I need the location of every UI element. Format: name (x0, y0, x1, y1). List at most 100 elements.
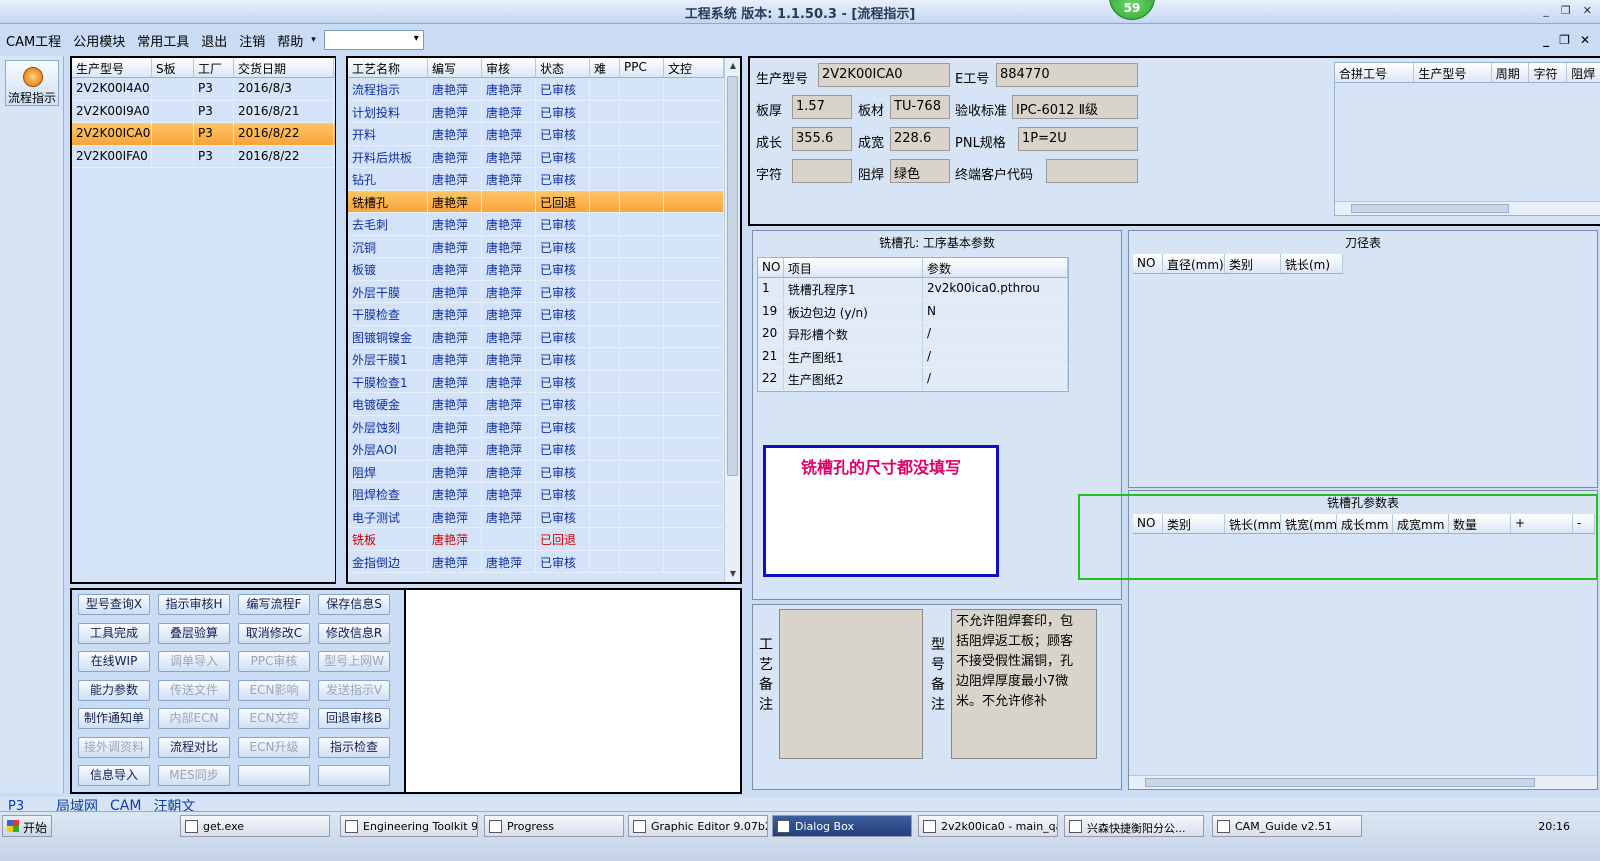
process-row[interactable]: 钻孔 唐艳萍 唐艳萍 已审核 (348, 168, 740, 191)
scroll-down-icon[interactable]: ▼ (725, 566, 741, 582)
action-button[interactable]: ECN影响 (238, 679, 310, 701)
length-field[interactable]: 355.6 (792, 127, 852, 151)
action-button[interactable]: 发送指示V (318, 679, 390, 701)
process-row[interactable]: 阻焊检查 唐艳萍 唐艳萍 已审核 (348, 483, 740, 506)
minimize-icon[interactable]: _ (1543, 4, 1549, 17)
customer-field[interactable] (1046, 159, 1138, 183)
model-row[interactable]: 2V2K00I4A0 P3 2016/8/3 (72, 78, 335, 101)
action-button[interactable]: 回退审核B (318, 708, 390, 729)
process-row[interactable]: 铣板 唐艳萍 已回退 (348, 528, 740, 551)
process-row[interactable]: 板镀 唐艳萍 唐艳萍 已审核 (348, 258, 740, 281)
action-button[interactable]: 工具完成 (78, 622, 150, 644)
action-button[interactable]: 叠层验算 (158, 622, 230, 644)
param-row[interactable]: 1 铣槽孔程序1 2v2k00ica0.pthrou (758, 278, 1068, 301)
action-button[interactable]: 调单导入 (158, 651, 230, 672)
model-row[interactable]: 2V2K00I9A0 P3 2016/8/21 (72, 100, 335, 123)
process-scrollbar[interactable]: ▲ ▼ (724, 58, 740, 582)
action-button[interactable]: 型号查询X (78, 594, 150, 615)
action-button[interactable] (238, 765, 310, 786)
action-button[interactable]: 能力参数 (78, 679, 150, 701)
process-row[interactable]: 阻焊 唐艳萍 唐艳萍 已审核 (348, 460, 740, 483)
flow-button[interactable]: 流程指示 (5, 60, 59, 106)
mdi-minimize-icon[interactable]: _ (1543, 33, 1549, 47)
menu-common[interactable]: 公用模块 (67, 31, 131, 50)
action-button[interactable]: ECN升级 (238, 736, 310, 758)
process-row[interactable]: 电镀硬金 唐艳萍 唐艳萍 已审核 (348, 393, 740, 416)
action-button[interactable]: 流程对比 (158, 736, 230, 758)
scroll-up-icon[interactable]: ▲ (725, 58, 741, 74)
standard-field[interactable]: IPC-6012 Ⅱ级 (1012, 95, 1138, 119)
process-row[interactable]: 沉铜 唐艳萍 唐艳萍 已审核 (348, 235, 740, 258)
action-button[interactable]: 传送文件 (158, 679, 230, 701)
action-button[interactable]: 在线WIP (78, 651, 150, 672)
action-button[interactable] (318, 765, 390, 786)
mdi-restore-icon[interactable]: ❐ (1559, 33, 1570, 47)
action-button[interactable]: 型号上网W (318, 651, 390, 672)
action-button[interactable]: 编写流程F (238, 594, 310, 615)
param-row[interactable]: 21 生产图纸1/ (758, 345, 1068, 368)
process-row[interactable]: 计划投料 唐艳萍 唐艳萍 已审核 (348, 100, 740, 123)
model-field[interactable]: 2V2K00ICA0 (818, 63, 950, 87)
action-button[interactable]: 内部ECN (158, 708, 230, 729)
process-row[interactable]: 干膜检查1 唐艳萍 唐艳萍 已审核 (348, 370, 740, 393)
taskbar-item[interactable]: get.exe (180, 815, 330, 837)
process-remark-box[interactable] (779, 609, 923, 759)
tray-clock[interactable]: 20:16 (1538, 820, 1570, 833)
process-row[interactable]: 外层干膜 唐艳萍 唐艳萍 已审核 (348, 280, 740, 303)
pnl-field[interactable]: 1P=2U (1018, 127, 1138, 151)
menu-logout[interactable]: 注销 (233, 31, 271, 50)
process-row[interactable]: 外层蚀刻 唐艳萍 唐艳萍 已审核 (348, 415, 740, 438)
action-button[interactable]: 接外调资料 (78, 736, 150, 758)
action-button[interactable]: 取消修改C (238, 622, 310, 644)
param-row[interactable]: 19 板边包边 (y/n) N (758, 300, 1068, 323)
process-row[interactable]: 开料后烘板 唐艳萍 唐艳萍 已审核 (348, 145, 740, 168)
param-row[interactable]: 20 异形槽个数 / (758, 323, 1068, 346)
restore-icon[interactable]: ❐ (1561, 4, 1571, 17)
mdi-close-icon[interactable]: ✕ (1580, 33, 1590, 47)
material-field[interactable]: TU-768 (890, 95, 950, 119)
taskbar-item[interactable]: 2v2k00ica0 - main_qa (918, 815, 1058, 837)
menu-cam[interactable]: CAM工程 (0, 31, 67, 50)
process-row[interactable]: 去毛刺 唐艳萍 唐艳萍 已审核 (348, 213, 740, 236)
action-button[interactable]: ECN文控 (238, 708, 310, 729)
process-row[interactable]: 铣槽孔 唐艳萍 已回退 (348, 190, 740, 213)
action-button[interactable]: MES同步 (158, 765, 230, 786)
process-row[interactable]: 开料 唐艳萍 唐艳萍 已审核 (348, 123, 740, 146)
menu-exit[interactable]: 退出 (195, 31, 233, 50)
eno-field[interactable]: 884770 (996, 63, 1138, 87)
process-row[interactable]: 外层AOI 唐艳萍 唐艳萍 已审核 (348, 438, 740, 461)
model-remark-box[interactable]: 不允许阻焊套印，包括阻焊返工板；顾客不接受假性漏铜，孔边阻焊厚度最小7微米。不允… (951, 609, 1097, 759)
process-row[interactable]: 流程指示 唐艳萍 唐艳萍 已审核 (348, 78, 740, 101)
model-row[interactable]: 2V2K00ICA0 P3 2016/8/22 (72, 123, 335, 146)
process-row[interactable]: 干膜检查 唐艳萍 唐艳萍 已审核 (348, 303, 740, 326)
process-row[interactable]: 外层干膜1 唐艳萍 唐艳萍 已审核 (348, 348, 740, 371)
action-button[interactable]: PPC审核 (238, 651, 310, 672)
taskbar-item[interactable]: Progress (484, 815, 624, 837)
process-row[interactable]: 电子测试 唐艳萍 唐艳萍 已审核 (348, 505, 740, 528)
width-field[interactable]: 228.6 (890, 127, 950, 151)
model-row[interactable]: 2V2K00IFA0 P3 2016/8/22 (72, 145, 335, 168)
thickness-field[interactable]: 1.57 (792, 95, 852, 119)
menu-help[interactable]: 帮助 (271, 31, 309, 50)
taskbar-item[interactable]: Graphic Editor 9.07b2... (628, 815, 768, 837)
menu-dropdown-icon[interactable]: ▾ (309, 35, 318, 45)
menu-combo[interactable] (323, 30, 424, 50)
start-button[interactable]: 开始 (2, 815, 52, 837)
action-button[interactable]: 指示审核H (158, 594, 230, 615)
char-field[interactable] (792, 159, 852, 183)
action-button[interactable]: 保存信息S (318, 594, 390, 615)
action-button[interactable]: 指示检查 (318, 736, 390, 758)
process-row[interactable]: 图镀铜镍金 唐艳萍 唐艳萍 已审核 (348, 325, 740, 348)
slot-hscroll[interactable] (1129, 775, 1597, 789)
taskbar-item[interactable]: 兴森快捷衡阳分公... (1064, 815, 1204, 837)
mask-field[interactable]: 绿色 (890, 159, 950, 183)
action-button[interactable]: 修改信息R (318, 622, 390, 644)
param-row[interactable]: 22 生产图纸2/ (758, 368, 1068, 391)
close-icon[interactable]: ✕ (1583, 4, 1592, 17)
taskbar-item[interactable]: Dialog Box (772, 815, 912, 837)
menu-tools[interactable]: 常用工具 (131, 31, 195, 50)
taskbar-item[interactable]: Engineering Toolkit 9.... (340, 815, 478, 837)
process-row[interactable]: 金指倒边 唐艳萍 唐艳萍 已审核 (348, 550, 740, 573)
merge-hscroll[interactable] (1335, 201, 1600, 215)
action-button[interactable]: 信息导入 (78, 765, 150, 786)
